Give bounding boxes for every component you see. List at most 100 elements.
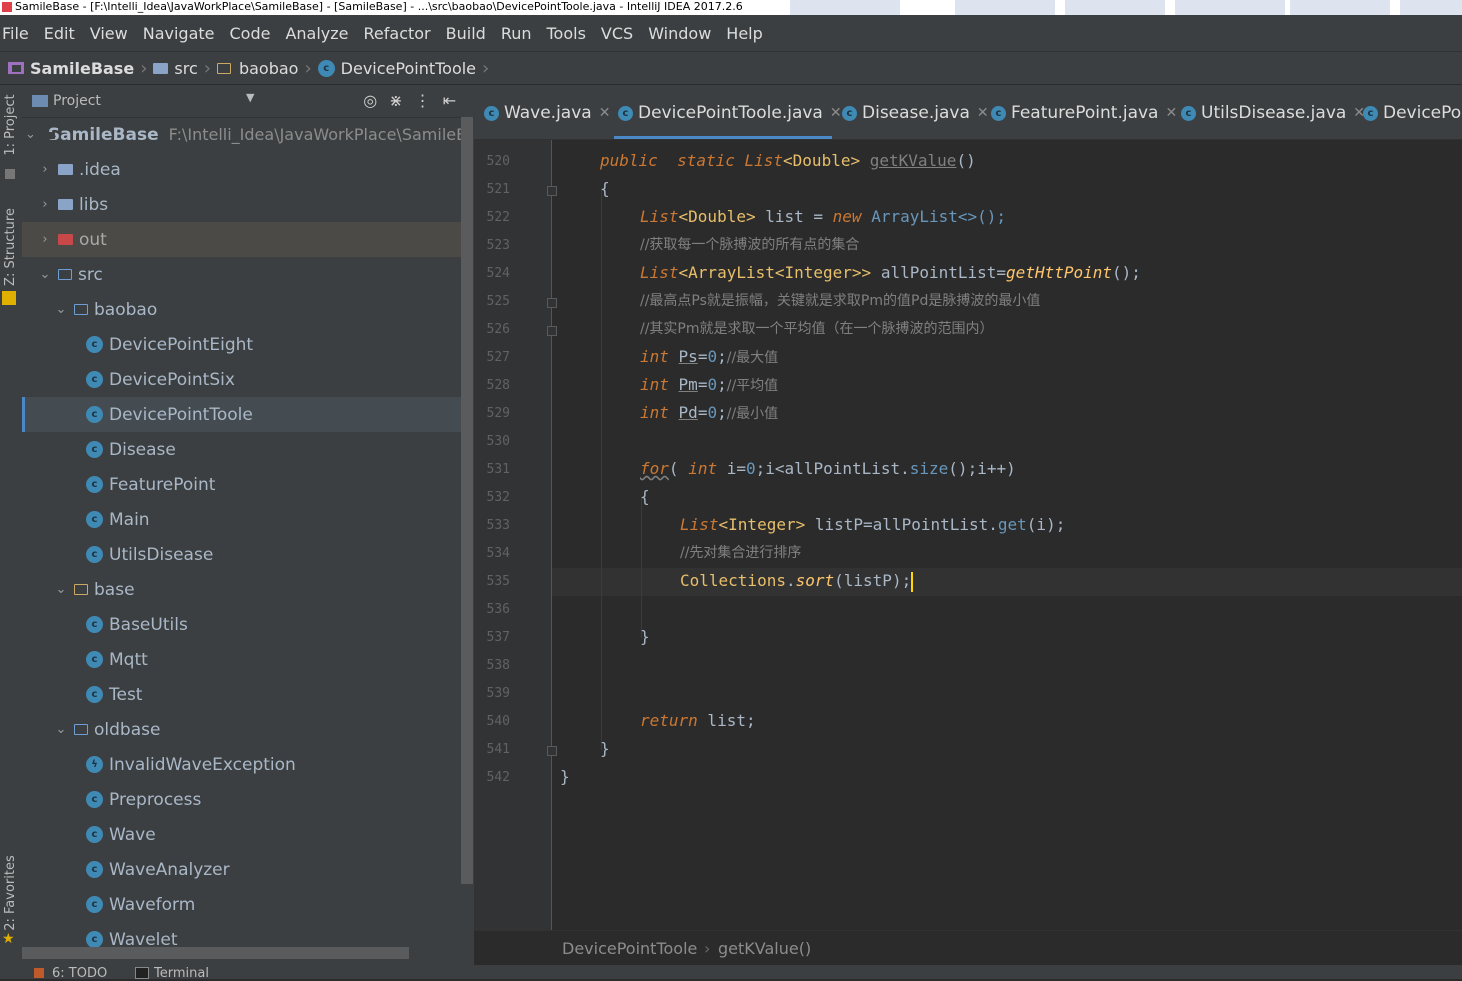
editor-breadcrumb-class[interactable]: DevicePointToole [562,939,697,958]
menu-file[interactable]: File [2,24,29,43]
tree-item-class[interactable]: c DevicePointSix [22,362,462,397]
tree-item-main-class[interactable]: c Mqtt [22,642,462,677]
hide-icon[interactable]: ⇤ [443,91,468,110]
tab-featurepoint-java[interactable]: c FeaturePoint.java ✕ [991,102,1177,124]
close-icon[interactable]: ✕ [830,105,842,121]
tab-devicepointtoole-java[interactable]: c DevicePointToole.java ✕ [618,102,842,124]
taskbar-item[interactable] [790,0,900,15]
tree-item-class-selected[interactable]: c DevicePointToole [22,397,462,432]
tree-item-label: baobao [94,299,158,320]
line-number: 542 [486,770,510,785]
tree-item-class[interactable]: c FeaturePoint [22,467,462,502]
tree-item-label: InvalidWaveException [109,754,296,775]
chevron-right-icon[interactable]: › [38,232,52,247]
breadcrumb-file[interactable]: c DevicePointToole [317,59,476,78]
editor-breadcrumb-method[interactable]: getKValue() [718,939,811,958]
menu-refactor[interactable]: Refactor [364,24,431,43]
tree-item-main-class[interactable]: c Main [22,502,462,537]
taskbar-item[interactable] [1400,0,1462,15]
class-icon: c [618,105,633,121]
tree-item-out[interactable]: › out [22,222,462,257]
project-panel-title[interactable]: Project [53,93,101,109]
tree-root[interactable]: ⌄ SamileBase F:\Intelli_Idea\JavaWorkPla… [22,117,462,152]
tree-item-class[interactable]: c Waveform [22,887,462,922]
tree-item-base[interactable]: ⌄ base [22,572,462,607]
menu-help[interactable]: Help [726,24,762,43]
menu-tools[interactable]: Tools [547,24,586,43]
tab-disease-java[interactable]: c Disease.java ✕ [842,102,989,124]
code-editor[interactable]: public static List<Double> getKValue() {… [560,140,1460,930]
tree-item-src[interactable]: ⌄ src [22,257,462,292]
tree-item-class[interactable]: c Disease [22,432,462,467]
code-line: for( int i=0;i<allPointList.size();i++) [640,455,1016,483]
close-icon[interactable]: ✕ [977,105,989,121]
tab-devicepoi[interactable]: c DevicePoi [1363,102,1462,124]
taskbar-item[interactable] [1290,0,1390,15]
active-tab-indicator [614,136,832,139]
tree-item-exception[interactable]: ϟ InvalidWaveException [22,747,462,782]
close-icon[interactable]: ✕ [1165,105,1177,121]
menu-run[interactable]: Run [501,24,532,43]
class-icon: c [86,441,103,458]
breadcrumb-project[interactable]: SamileBase [8,59,134,78]
tree-item-class[interactable]: c Preprocess [22,782,462,817]
menu-build[interactable]: Build [446,24,486,43]
breadcrumb-package[interactable]: baobao [216,59,298,78]
fold-marker-icon[interactable] [547,186,557,196]
tree-item-class[interactable]: c Wavelet [22,922,462,947]
class-icon: c [86,931,103,947]
menu-analyze[interactable]: Analyze [285,24,348,43]
menu-view[interactable]: View [90,24,128,43]
menu-vcs[interactable]: VCS [601,24,633,43]
tree-item-idea[interactable]: › .idea [22,152,462,187]
target-icon[interactable]: ◎ [363,91,389,110]
fold-marker-icon[interactable] [547,326,557,336]
tree-item-label: Preprocess [109,789,202,810]
collapse-icon[interactable]: ⋇ [389,91,414,110]
menu-edit[interactable]: Edit [44,24,75,43]
tab-wave-java[interactable]: c Wave.java ✕ [484,102,610,124]
chevron-right-icon[interactable]: › [38,162,52,177]
menu-code[interactable]: Code [230,24,271,43]
code-token: new [832,207,862,226]
breadcrumb-src[interactable]: src [153,59,198,78]
tree-item-class[interactable]: c DevicePointEight [22,327,462,362]
tree-item-libs[interactable]: › libs [22,187,462,222]
breadcrumb-project-label: SamileBase [30,58,135,78]
tree-item-class[interactable]: c UtilsDisease [22,537,462,572]
tab-structure-tool[interactable]: Z: Structure [1,208,21,286]
tab-favorites-tool[interactable]: 2: Favorites [1,854,21,932]
menu-window[interactable]: Window [648,24,711,43]
tree-item-class[interactable]: c Wave [22,817,462,852]
fold-marker-icon[interactable] [547,746,557,756]
chevron-right-icon[interactable]: › [38,197,52,212]
tab-utilsdisease-java[interactable]: c UtilsDisease.java ✕ [1181,102,1365,124]
more-icon[interactable]: ⋮ [415,91,443,110]
fold-marker-icon[interactable] [547,298,557,308]
code-token: 0 [707,347,718,366]
code-comment: //最大值 [726,350,779,366]
project-horizontal-scrollbar[interactable] [22,947,409,959]
close-icon[interactable]: ✕ [599,105,611,121]
tab-project-tool[interactable]: 1: Project [1,86,21,164]
taskbar-item[interactable] [1065,0,1165,15]
tree-item-main-class[interactable]: c BaseUtils [22,607,462,642]
tree-item-label: Test [109,684,143,705]
chevron-right-icon: › [304,57,312,79]
chevron-down-icon[interactable]: ⌄ [54,302,68,317]
tree-item-baobao[interactable]: ⌄ baobao [22,292,462,327]
tree-item-main-class[interactable]: c Test [22,677,462,712]
tree-item-class[interactable]: c WaveAnalyzer [22,852,462,887]
tree-item-oldbase[interactable]: ⌄ oldbase [22,712,462,747]
taskbar-item[interactable] [955,0,1055,15]
menu-navigate[interactable]: Navigate [143,24,215,43]
chevron-down-icon[interactable]: ⌄ [25,127,36,142]
chevron-down-icon[interactable]: ⌄ [38,267,52,282]
chevron-down-icon[interactable]: ▼ [246,91,254,104]
chevron-down-icon[interactable]: ⌄ [54,582,68,597]
class-icon: c [991,105,1006,121]
line-number-gutter [474,140,552,930]
taskbar-item[interactable] [1175,0,1285,15]
chevron-down-icon[interactable]: ⌄ [54,722,68,737]
project-vertical-scrollbar[interactable] [461,117,473,884]
